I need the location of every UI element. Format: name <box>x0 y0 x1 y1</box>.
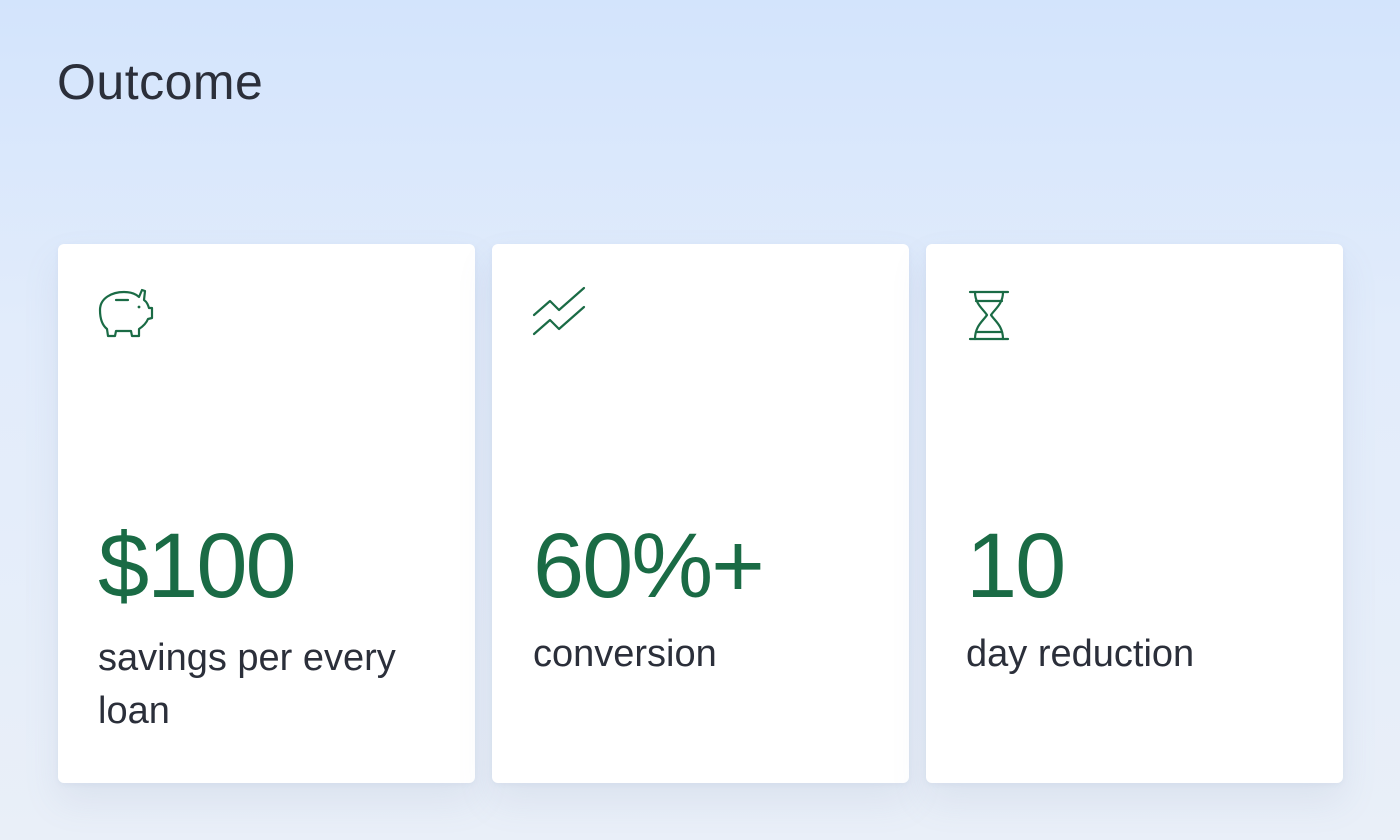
metric-label: day reduction <box>966 633 1195 675</box>
piggy-bank-icon <box>94 284 156 346</box>
metric-label: savings per every loan <box>98 637 396 732</box>
trend-up-icon <box>528 284 590 346</box>
hourglass-icon <box>962 284 1024 346</box>
metric-label: conversion <box>533 633 717 675</box>
metric-value: $100 <box>98 515 297 617</box>
metric-value: 60%+ <box>533 515 765 617</box>
metric-card-conversion: 60%+ conversion <box>492 244 909 783</box>
page-title: Outcome <box>57 54 264 110</box>
metric-value: 10 <box>966 515 1066 617</box>
metric-cards: $100 savings per every loan 60%+ convers… <box>58 244 1343 783</box>
metric-card-time: 10 day reduction <box>926 244 1343 783</box>
metric-card-savings: $100 savings per every loan <box>58 244 475 783</box>
